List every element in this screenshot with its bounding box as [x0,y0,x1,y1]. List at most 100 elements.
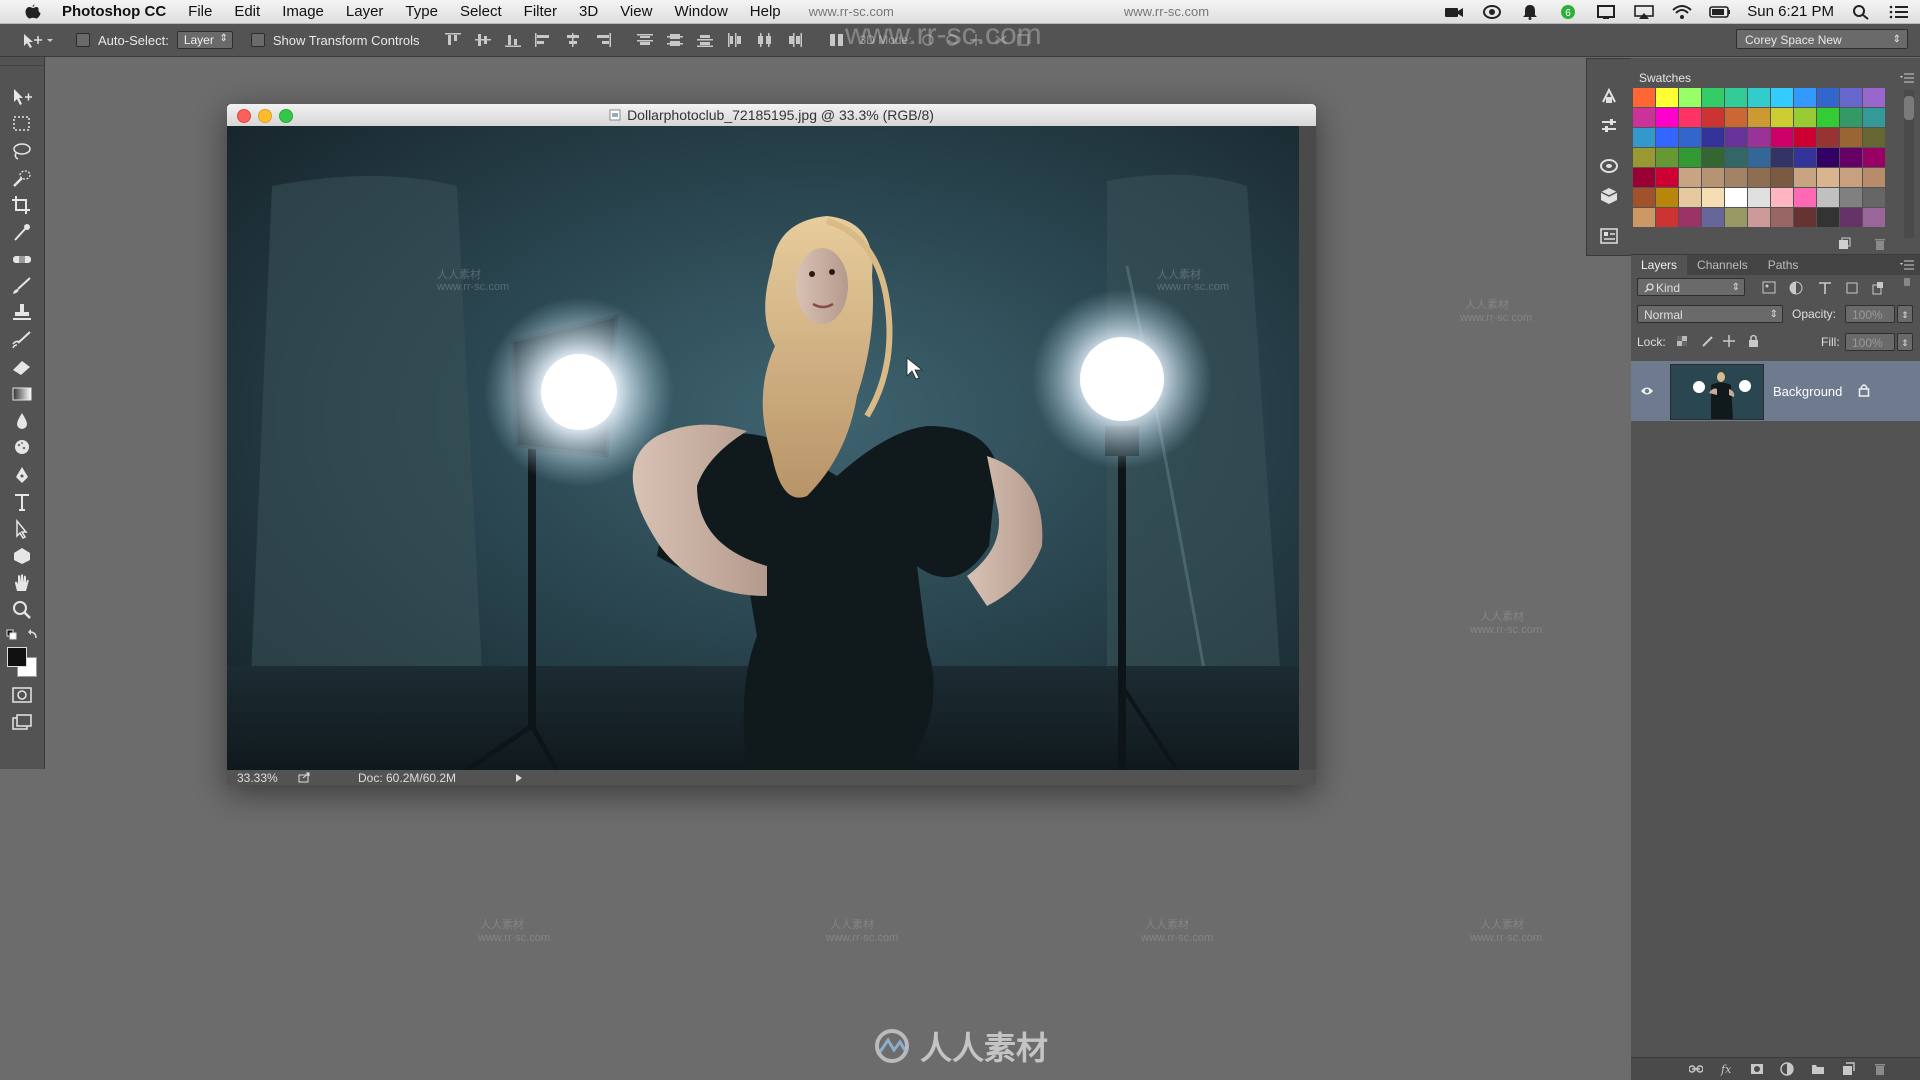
layer-thumbnail[interactable] [1670,364,1764,420]
swatch-70[interactable] [1725,208,1747,227]
tools-panel-grip[interactable] [0,57,44,66]
align-bottom-icon[interactable] [504,33,521,47]
swatch-39[interactable] [1771,148,1793,167]
move-tool[interactable] [10,87,34,107]
swatch-57[interactable] [1679,188,1701,207]
camera-status-icon[interactable] [1443,4,1465,20]
display-status-icon[interactable] [1595,4,1617,20]
swatch-21[interactable] [1863,108,1885,127]
new-group-folder-icon[interactable] [1811,1062,1825,1076]
app-menu[interactable]: Photoshop CC [62,3,166,20]
menu-help[interactable]: Help [750,3,781,20]
notification-center-icon[interactable] [1888,4,1910,20]
swatch-13[interactable] [1679,108,1701,127]
default-swap-colors-icon[interactable] [6,629,40,643]
close-window-button[interactable] [237,109,251,123]
swatch-54[interactable] [1863,168,1885,187]
healing-brush-tool[interactable] [10,249,34,269]
swatch-22[interactable] [1633,128,1655,147]
fill-input[interactable]: 100% [1845,333,1895,351]
menu-3d[interactable]: 3D [579,3,598,20]
eraser-tool[interactable] [10,357,34,377]
hand-tool[interactable] [10,573,34,593]
pen-tool[interactable] [10,465,34,485]
move-tool-preset-icon[interactable] [20,30,56,50]
menu-image[interactable]: Image [282,3,324,20]
swatch-47[interactable] [1702,168,1724,187]
swatch-36[interactable] [1702,148,1724,167]
spotlight-search-icon[interactable] [1850,4,1872,20]
swatch-3[interactable] [1702,88,1724,107]
delete-swatch-icon[interactable] [1873,237,1887,251]
swatch-71[interactable] [1748,208,1770,227]
layer-name[interactable]: Background [1773,384,1842,399]
minimize-window-button[interactable] [258,109,272,123]
swatches-panel-menu-icon[interactable] [1900,73,1914,83]
swatch-32[interactable] [1863,128,1885,147]
swatch-42[interactable] [1840,148,1862,167]
auto-select-checkbox[interactable] [76,33,90,47]
swatch-0[interactable] [1633,88,1655,107]
swatch-1[interactable] [1656,88,1678,107]
swatch-30[interactable] [1817,128,1839,147]
gradient-tool[interactable] [10,384,34,404]
blur-tool[interactable] [10,411,34,431]
menu-type[interactable]: Type [405,3,438,20]
swatch-62[interactable] [1794,188,1816,207]
menu-layer[interactable]: Layer [346,3,384,20]
history-panel-icon[interactable] [1600,87,1618,105]
swatch-65[interactable] [1863,188,1885,207]
swatch-74[interactable] [1817,208,1839,227]
menu-filter[interactable]: Filter [524,3,557,20]
adjustment-layer-icon[interactable] [1780,1062,1794,1076]
distribute-vertical-center-icon[interactable] [666,33,683,47]
swatch-25[interactable] [1702,128,1724,147]
align-horizontal-center-icon[interactable] [565,33,581,47]
image-canvas[interactable]: 人人素材 www.rr-sc.com 人人素材 www.rr-sc.com [227,126,1299,770]
workspace-dropdown[interactable]: Corey Space New ⇕ [1736,29,1908,49]
tab-layers[interactable]: Layers [1631,255,1688,275]
add-mask-icon[interactable] [1750,1062,1764,1076]
clock[interactable]: Sun 6:21 PM [1747,3,1834,20]
swatch-46[interactable] [1679,168,1701,187]
swatch-66[interactable] [1633,208,1655,227]
menu-window[interactable]: Window [674,3,727,20]
auto-align-layers-icon[interactable] [829,33,845,47]
swatch-64[interactable] [1840,188,1862,207]
swatch-28[interactable] [1771,128,1793,147]
share-export-icon[interactable] [298,772,310,783]
tab-paths[interactable]: Paths [1758,255,1809,275]
distribute-left-icon[interactable] [727,33,743,47]
document-title-bar[interactable]: Dollarphotoclub_72185195.jpg @ 33.3% (RG… [227,104,1316,126]
swatch-51[interactable] [1794,168,1816,187]
notification-bell-icon[interactable] [1519,4,1541,20]
swatch-29[interactable] [1794,128,1816,147]
filter-kind-dropdown[interactable]: Kind ⇕ [1637,278,1745,296]
transform-controls-checkbox[interactable] [250,33,265,47]
lasso-tool[interactable] [10,141,34,161]
swatch-18[interactable] [1794,108,1816,127]
swatch-4[interactable] [1725,88,1747,107]
swatch-33[interactable] [1633,148,1655,167]
swatch-43[interactable] [1863,148,1885,167]
zoom-window-button[interactable] [279,109,293,123]
swatches-scroll-thumb[interactable] [1904,96,1914,120]
status-menu-arrow-icon[interactable] [515,773,523,783]
swatches-scrollbar[interactable] [1904,90,1914,238]
tab-swatches[interactable]: Swatches [1639,71,1691,85]
swatch-8[interactable] [1817,88,1839,107]
swatch-50[interactable] [1771,168,1793,187]
swatch-38[interactable] [1748,148,1770,167]
distribute-right-icon[interactable] [787,33,803,47]
screen-mode-button[interactable] [10,713,34,733]
layers-panel-menu-icon[interactable] [1900,260,1914,270]
swatch-2[interactable] [1679,88,1701,107]
new-layer-icon[interactable] [1841,1062,1855,1076]
swatch-52[interactable] [1817,168,1839,187]
swatch-37[interactable] [1725,148,1747,167]
swatch-49[interactable] [1748,168,1770,187]
distribute-top-icon[interactable] [636,33,653,47]
swatch-31[interactable] [1840,128,1862,147]
tab-channels[interactable]: Channels [1687,255,1758,275]
opacity-input[interactable]: 100% [1845,305,1895,323]
